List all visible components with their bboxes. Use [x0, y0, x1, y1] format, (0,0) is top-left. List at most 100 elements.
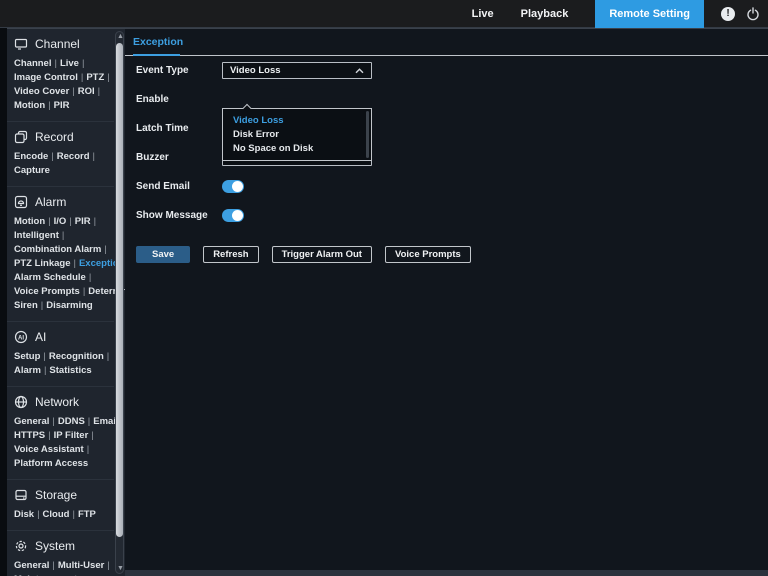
tab-exception[interactable]: Exception [133, 36, 183, 48]
option-video-loss[interactable]: Video Loss [223, 114, 371, 128]
sidebar-line: Voice Assistant| [14, 443, 110, 457]
sidebar-item-disk[interactable]: Disk [14, 509, 34, 520]
trigger-alarm-out-button[interactable]: Trigger Alarm Out [272, 246, 372, 263]
sidebar-section-alarm: AlarmMotion|I/O|PIR|Intelligent|Combinat… [7, 187, 114, 322]
sidebar-section-title: System [35, 539, 75, 553]
option-disk-error[interactable]: Disk Error [223, 128, 371, 142]
sidebar-header-record[interactable]: Record [14, 130, 110, 144]
sidebar-item-ftp[interactable]: FTP [78, 509, 96, 520]
sidebar-item-multi-user[interactable]: Multi-User [58, 560, 104, 571]
scroll-up-icon[interactable]: ▲ [116, 32, 125, 41]
sidebar-line: Motion|I/O|PIR| [14, 215, 110, 229]
sidebar-header-system[interactable]: System [14, 539, 110, 553]
sidebar-item-capture[interactable]: Capture [14, 165, 50, 176]
sidebar-line: Voice Prompts|Deterrence| [14, 285, 110, 299]
system-icon [14, 539, 28, 553]
nav-remote-setting[interactable]: Remote Setting [595, 0, 704, 28]
separator: | [73, 258, 75, 269]
chevron-up-icon [355, 68, 364, 74]
sidebar-item-intelligent[interactable]: Intelligent [14, 230, 59, 241]
storage-icon [14, 488, 28, 502]
sidebar-item-pir[interactable]: PIR [75, 216, 91, 227]
sidebar-item-image-control[interactable]: Image Control [14, 72, 78, 83]
sidebar-item-encode[interactable]: Encode [14, 151, 48, 162]
sidebar-item-voice-assistant[interactable]: Voice Assistant [14, 444, 84, 455]
sidebar-item-disarming[interactable]: Disarming [46, 300, 92, 311]
show-message-toggle[interactable] [222, 209, 244, 222]
show-message-row: Show Message [136, 201, 768, 230]
sidebar-item-roi[interactable]: ROI [78, 86, 95, 97]
nav-playback[interactable]: Playback [521, 8, 569, 20]
event-type-select[interactable]: Video Loss [222, 62, 372, 79]
sidebar-item-recognition[interactable]: Recognition [49, 351, 104, 362]
sidebar-item-siren[interactable]: Siren [14, 300, 38, 311]
sidebar-item-general[interactable]: General [14, 560, 49, 571]
scroll-down-icon[interactable]: ▼ [116, 564, 125, 573]
sidebar-item-ptz-linkage[interactable]: PTZ Linkage [14, 258, 70, 269]
separator: | [104, 244, 106, 255]
separator: | [48, 216, 50, 227]
sidebar-header-network[interactable]: Network [14, 395, 110, 409]
sidebar-item-setup[interactable]: Setup [14, 351, 40, 362]
sidebar-item-cloud[interactable]: Cloud [43, 509, 70, 520]
voice-prompts-button[interactable]: Voice Prompts [385, 246, 471, 263]
info-icon[interactable]: ! [721, 7, 735, 21]
sidebar-item-alarm[interactable]: Alarm [14, 365, 41, 376]
sidebar-item-combination-alarm[interactable]: Combination Alarm [14, 244, 101, 255]
sidebar-section-title: AI [35, 330, 46, 344]
separator: | [51, 151, 53, 162]
sidebar-scrollbar[interactable]: ▲ ▼ [115, 31, 124, 574]
sidebar-line: Channel|Live| [14, 57, 110, 71]
exception-form: Event Type Video Loss Enable Latch Time … [125, 56, 768, 230]
sidebar-item-motion[interactable]: Motion [14, 216, 45, 227]
sidebar-line: Alarm|Statistics [14, 364, 110, 378]
sidebar-item-motion[interactable]: Motion [14, 100, 45, 111]
separator: | [72, 509, 74, 520]
separator: | [81, 72, 83, 83]
sidebar-item-ip-filter[interactable]: IP Filter [54, 430, 89, 441]
sidebar-item-pir[interactable]: PIR [54, 100, 70, 111]
sidebar-item-platform-access[interactable]: Platform Access [14, 458, 88, 469]
event-type-value: Video Loss [230, 65, 281, 76]
sidebar-header-ai[interactable]: AI AI [14, 330, 110, 344]
sidebar-item-voice-prompts[interactable]: Voice Prompts [14, 286, 80, 297]
sidebar-header-channel[interactable]: Channel [14, 37, 110, 51]
sidebar-item-https[interactable]: HTTPS [14, 430, 45, 441]
separator: | [37, 509, 39, 520]
horizontal-scrollbar[interactable] [125, 570, 768, 576]
sidebar-line: Capture [14, 164, 110, 178]
dropdown-scrollbar[interactable] [366, 111, 369, 158]
sidebar-line: Platform Access [14, 457, 110, 471]
sidebar-item-statistics[interactable]: Statistics [49, 365, 91, 376]
sidebar-item-ddns[interactable]: DDNS [58, 416, 85, 427]
sidebar-item-i-o[interactable]: I/O [54, 216, 67, 227]
sidebar-item-ptz[interactable]: PTZ [86, 72, 104, 83]
sidebar-header-alarm[interactable]: Alarm [14, 195, 110, 209]
separator: | [107, 72, 109, 83]
sidebar-line: Video Cover|ROI| [14, 85, 110, 99]
ai-icon: AI [14, 330, 28, 344]
power-icon[interactable] [746, 7, 760, 21]
sidebar-line: Encode|Record| [14, 150, 110, 164]
sidebar-line: General|Multi-User| [14, 559, 110, 573]
send-email-label: Send Email [136, 181, 222, 192]
svg-text:AI: AI [18, 335, 24, 341]
send-email-toggle[interactable] [222, 180, 244, 193]
save-button[interactable]: Save [136, 246, 190, 263]
sidebar-item-channel[interactable]: Channel [14, 58, 51, 69]
sidebar-section-storage: StorageDisk|Cloud|FTP [7, 480, 114, 531]
sidebar-line: Image Control|PTZ| [14, 71, 110, 85]
nav-live[interactable]: Live [472, 8, 494, 20]
sidebar-item-record[interactable]: Record [57, 151, 90, 162]
sidebar-item-video-cover[interactable]: Video Cover [14, 86, 69, 97]
sidebar-item-alarm-schedule[interactable]: Alarm Schedule [14, 272, 86, 283]
sidebar-header-storage[interactable]: Storage [14, 488, 110, 502]
sidebar-item-live[interactable]: Live [60, 58, 79, 69]
scrollbar-thumb[interactable] [116, 43, 123, 537]
sidebar-item-general[interactable]: General [14, 416, 49, 427]
option-no-space-on-disk[interactable]: No Space on Disk [223, 142, 371, 156]
separator: | [107, 560, 109, 571]
separator: | [94, 216, 96, 227]
sidebar-line: Disk|Cloud|FTP [14, 508, 110, 522]
refresh-button[interactable]: Refresh [203, 246, 258, 263]
